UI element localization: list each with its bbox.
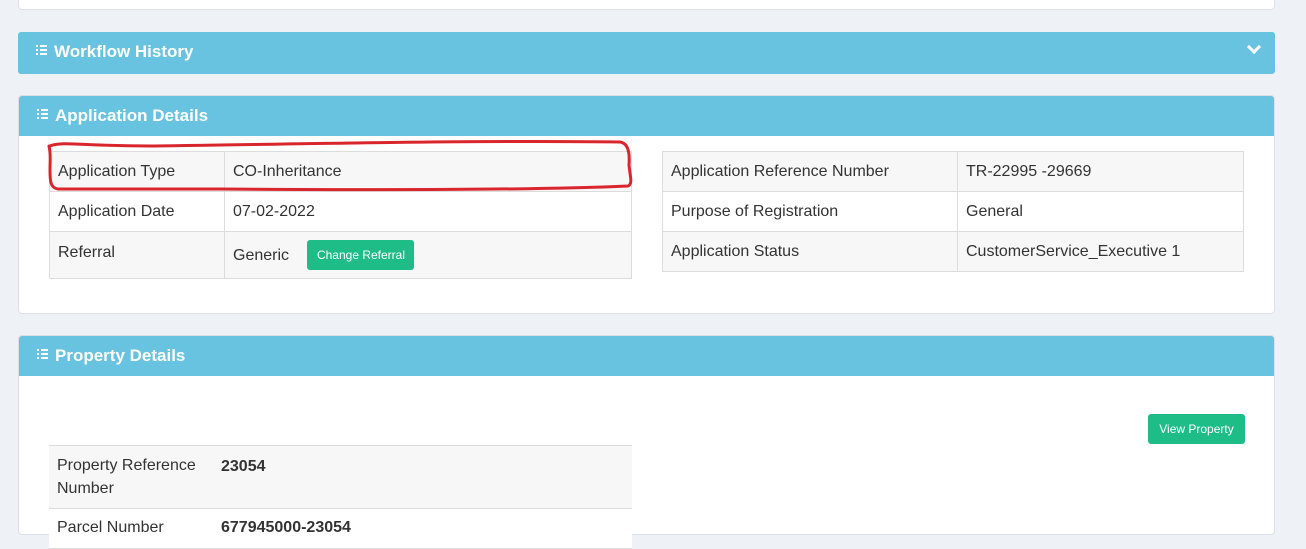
application-left-table: Application Type CO-Inheritance Applicat…: [49, 151, 632, 279]
referral-cell: Generic Change Referral: [224, 231, 632, 279]
property-reference-label: Property Reference Number: [49, 445, 213, 509]
application-details-title: Application Details: [55, 106, 209, 125]
referral-value: Generic: [233, 247, 290, 265]
reference-number-label: Application Reference Number: [662, 151, 958, 192]
reference-number-value: TR-22995 -29669: [957, 151, 1244, 192]
list-icon: [37, 109, 48, 120]
parcel-number-label: Parcel Number: [49, 508, 213, 549]
application-type-label: Application Type: [49, 151, 225, 192]
table-row: Purpose of Registration General: [662, 191, 1244, 232]
table-row: Referral Generic Change Referral: [49, 231, 632, 279]
status-value: CustomerService_Executive 1: [957, 231, 1244, 272]
application-right-table: Application Reference Number TR-22995 -2…: [662, 151, 1244, 272]
table-row: Application Type CO-Inheritance: [49, 151, 632, 192]
table-row: Application Date 07-02-2022: [49, 191, 632, 232]
application-details-panel: Application Details Application Type CO-…: [18, 95, 1275, 314]
property-details-header: Property Details: [19, 336, 1274, 376]
purpose-label: Purpose of Registration: [662, 191, 958, 232]
workflow-history-panel[interactable]: Workflow History: [18, 32, 1275, 74]
list-icon: [37, 349, 48, 360]
table-row: Parcel Number 677945000-23054: [49, 508, 632, 549]
property-reference-value: 23054: [213, 445, 632, 509]
change-referral-button[interactable]: Change Referral: [307, 240, 415, 270]
workflow-history-title: Workflow History: [54, 42, 194, 61]
parcel-number-value: 677945000-23054: [213, 508, 632, 549]
property-table: Property Reference Number 23054 Parcel N…: [49, 445, 632, 549]
property-details-title: Property Details: [55, 346, 186, 365]
view-property-button[interactable]: View Property: [1148, 414, 1245, 444]
top-panel: [18, 0, 1275, 10]
purpose-value: General: [957, 191, 1244, 232]
application-date-value: 07-02-2022: [224, 191, 632, 232]
table-row: Application Reference Number TR-22995 -2…: [662, 151, 1244, 192]
list-icon: [36, 45, 47, 56]
application-details-header: Application Details: [19, 96, 1274, 136]
application-date-label: Application Date: [49, 191, 225, 232]
property-details-panel: Property Details View Property Property …: [18, 335, 1275, 549]
status-label: Application Status: [662, 231, 958, 272]
referral-label: Referral: [49, 231, 225, 279]
chevron-down-icon[interactable]: [1246, 39, 1262, 55]
workflow-history-header[interactable]: Workflow History: [18, 32, 1275, 74]
application-type-value: CO-Inheritance: [224, 151, 632, 192]
table-row: Property Reference Number 23054: [49, 445, 632, 509]
table-row: Application Status CustomerService_Execu…: [662, 231, 1244, 272]
